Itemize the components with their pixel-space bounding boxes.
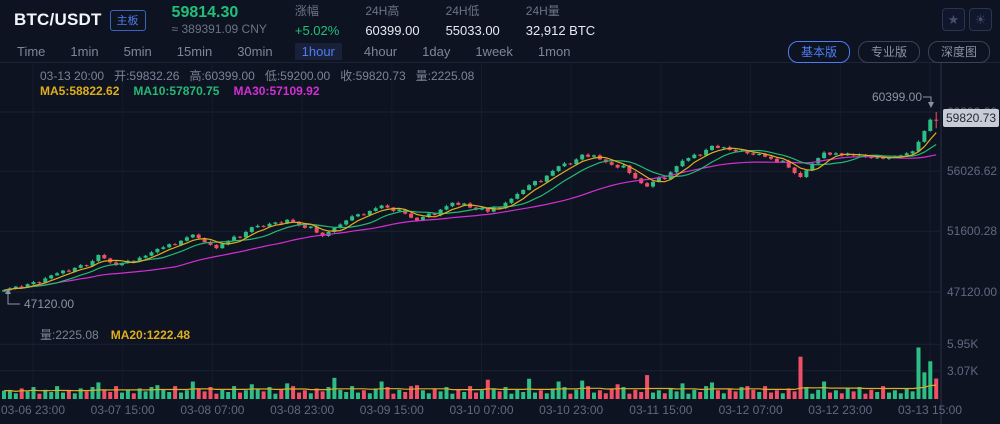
ohlc-item: 高:60399.00 [189,69,255,83]
time-tick: 03-11 15:00 [629,403,693,417]
time-tick: 03-09 15:00 [359,403,424,417]
volume-readout: 量:2225.08 MA20:1222.48 [40,326,202,343]
time-tick: 03-08 07:00 [180,403,245,417]
trading-app: BTC/USDT 主板 59814.30 ≈ 389391.09 CNY 涨幅 +… [0,0,1000,424]
ma-item: MA5:58822.62 [40,84,120,98]
vol-item: 量:2225.08 [40,328,99,342]
ohlc-item: 收:59820.73 [340,69,406,83]
last-price-tag: 59820.73 [943,109,999,127]
time-tick: 03-13 15:00 [897,403,963,417]
high-annotation: 60399.00 [871,90,922,104]
ohlc-item: 量:2225.08 [415,69,475,83]
low-annotation: 47120.00 [24,297,75,311]
time-tick: 03-12 07:00 [718,403,783,417]
vol-item: MA20:1222.48 [110,328,191,342]
candlestick-chart[interactable] [0,0,1000,424]
time-tick: 03-06 23:00 [0,403,66,417]
time-tick: 03-12 23:00 [808,403,873,417]
ohlc-item: 低:59200.00 [264,69,331,83]
volume-tick: 3.07K [947,363,979,378]
ma-readout: MA5:58822.62 MA10:57870.75 MA30:57109.92 [40,84,334,98]
ohlc-readout: 03-13 20:00 开:59832.26 高:60399.00 低:59200.0… [40,67,484,84]
chart-region: 03-13 20:00 开:59832.26 高:60399.00 低:59200.0… [0,0,1000,424]
ma-item: MA30:57109.92 [233,84,320,98]
ma-item: MA10:57870.75 [133,84,220,98]
time-tick: 03-10 23:00 [539,403,604,417]
price-tick: 47120.00 [947,285,998,299]
price-tick: 56026.62 [947,164,998,179]
time-tick: 03-10 07:00 [449,403,514,417]
ohlc-item: 开:59832.26 [114,69,180,83]
price-tick: 51600.28 [947,224,998,239]
time-tick: 03-08 23:00 [270,403,335,417]
volume-tick: 5.95K [947,337,979,352]
time-tick: 03-07 15:00 [90,403,155,417]
ohlc-item: 03-13 20:00 [40,69,105,83]
